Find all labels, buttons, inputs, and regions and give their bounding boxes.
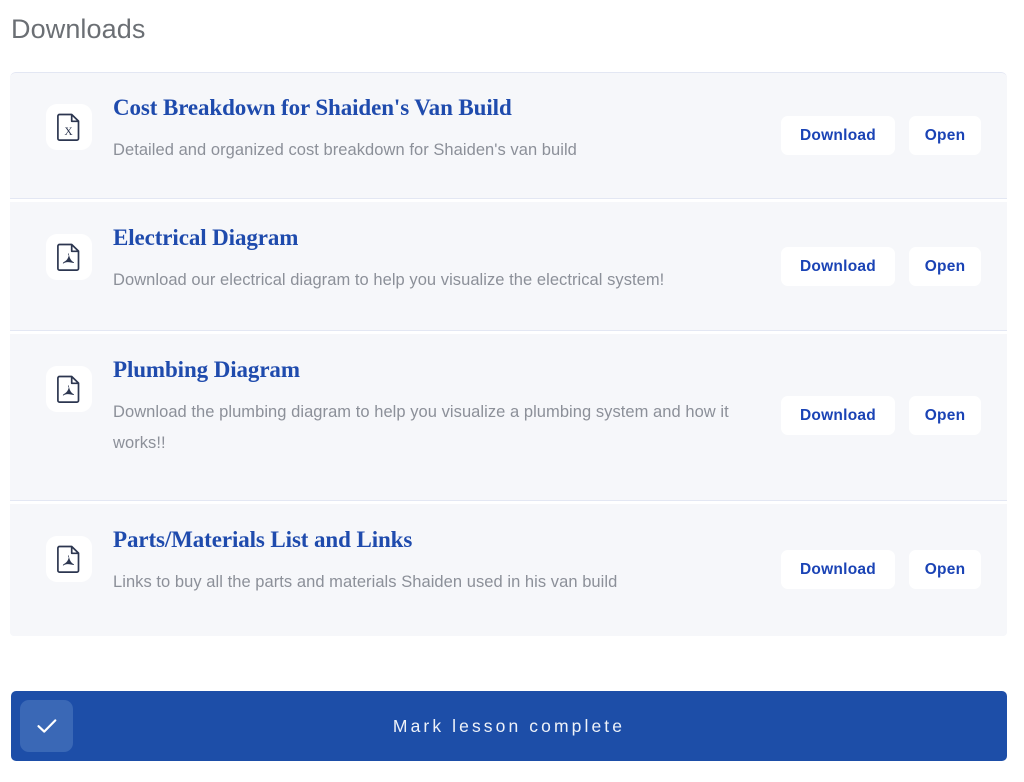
open-button[interactable]: Open [909, 550, 981, 589]
download-title[interactable]: Cost Breakdown for Shaiden's Van Build [113, 93, 781, 122]
download-button[interactable]: Download [781, 396, 895, 435]
download-title[interactable]: Electrical Diagram [113, 223, 781, 252]
downloads-page: Downloads X Cost Breakdown for Shaiden's… [0, 0, 1024, 782]
download-row-text: Electrical Diagram Download our electric… [92, 202, 781, 296]
download-row: X Cost Breakdown for Shaiden's Van Build… [10, 73, 1007, 202]
open-button[interactable]: Open [909, 116, 981, 155]
pdf-file-icon [46, 536, 92, 582]
downloads-card: X Cost Breakdown for Shaiden's Van Build… [10, 72, 1007, 636]
download-button[interactable]: Download [781, 550, 895, 589]
download-row-actions: Download Open [781, 202, 1007, 286]
open-button[interactable]: Open [909, 396, 981, 435]
download-row-text: Cost Breakdown for Shaiden's Van Build D… [92, 73, 781, 166]
pdf-file-icon [46, 234, 92, 280]
download-button[interactable]: Download [781, 116, 895, 155]
svg-text:X: X [64, 126, 73, 138]
download-description: Download the plumbing diagram to help yo… [113, 403, 729, 452]
excel-file-icon: X [46, 104, 92, 150]
checkmark-icon[interactable] [20, 700, 73, 752]
download-row: Plumbing Diagram Download the plumbing d… [10, 334, 1007, 504]
download-row: Electrical Diagram Download our electric… [10, 202, 1007, 334]
pdf-file-icon [46, 366, 92, 412]
download-description: Download our electrical diagram to help … [113, 271, 665, 289]
download-row: Parts/Materials List and Links Links to … [10, 504, 1007, 636]
download-description: Links to buy all the parts and materials… [113, 573, 618, 591]
download-description: Detailed and organized cost breakdown fo… [113, 141, 577, 159]
mark-lesson-complete-button[interactable]: Mark lesson complete [11, 691, 1007, 761]
download-title[interactable]: Plumbing Diagram [113, 355, 781, 384]
page-title: Downloads [11, 14, 146, 44]
open-button[interactable]: Open [909, 247, 981, 286]
download-row-text: Plumbing Diagram Download the plumbing d… [92, 334, 781, 459]
download-title[interactable]: Parts/Materials List and Links [113, 525, 781, 554]
download-row-actions: Download Open [781, 504, 1007, 589]
download-row-actions: Download Open [781, 334, 1007, 435]
download-row-text: Parts/Materials List and Links Links to … [92, 504, 781, 598]
download-button[interactable]: Download [781, 247, 895, 286]
download-row-actions: Download Open [781, 73, 1007, 155]
mark-lesson-complete-label: Mark lesson complete [392, 715, 626, 736]
